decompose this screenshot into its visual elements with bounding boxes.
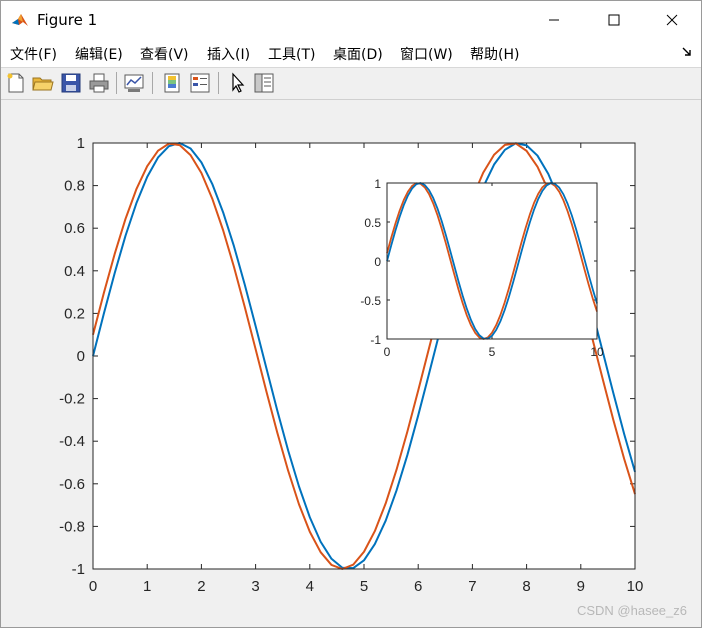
main-x-tick-label: 5 xyxy=(360,578,368,595)
inset-y-tick-label: -1 xyxy=(370,333,381,347)
main-x-tick-label: 1 xyxy=(143,578,151,595)
main-y-tick-label: -0.2 xyxy=(59,391,85,408)
inset-y-tick-label: 1 xyxy=(374,177,381,191)
inset-x-tick-label: 0 xyxy=(384,345,391,359)
main-x-tick-label: 3 xyxy=(251,578,259,595)
main-x-tick-label: 10 xyxy=(627,578,644,595)
inset-x-tick-label: 5 xyxy=(489,345,496,359)
main-x-tick-label: 9 xyxy=(577,578,585,595)
main-x-tick-label: 2 xyxy=(197,578,205,595)
inset-y-tick-label: -0.5 xyxy=(360,294,381,308)
inset-x-tick-label: 10 xyxy=(590,345,604,359)
main-x-tick-label: 4 xyxy=(306,578,314,595)
main-x-tick-label: 6 xyxy=(414,578,422,595)
main-y-tick-label: 0.8 xyxy=(64,178,85,195)
main-x-tick-label: 8 xyxy=(522,578,530,595)
figure-canvas: 0 1 2 3 4 5 6 7 8 9 10-1-0.8-0.6-0.4-0.200.20.40.6… xyxy=(59,135,644,595)
main-y-tick-label: 0.2 xyxy=(64,305,85,322)
main-y-tick-label: -1 xyxy=(72,561,85,578)
main-y-tick-label: 1 xyxy=(77,135,85,152)
main-y-tick-label: 0.6 xyxy=(64,220,85,237)
inset-y-tick-label: 0.5 xyxy=(364,216,381,230)
main-y-tick-label: 0 xyxy=(77,348,85,365)
inset-y-tick-label: 0 xyxy=(374,255,381,269)
main-y-tick-label: -0.4 xyxy=(59,433,85,450)
main-y-tick-label: -0.8 xyxy=(59,518,85,535)
main-x-tick-label: 0 xyxy=(89,578,97,595)
main-y-tick-label: -0.6 xyxy=(59,476,85,493)
figure-window: Figure 1 文件(F) 编辑(E) 查看(V) 插入(I) 工具(T) 桌… xyxy=(0,0,702,628)
watermark-text: CSDN @hasee_z6 xyxy=(576,603,687,618)
main-y-tick-label: 0.4 xyxy=(64,263,85,280)
main-x-tick-label: 7 xyxy=(468,578,476,595)
